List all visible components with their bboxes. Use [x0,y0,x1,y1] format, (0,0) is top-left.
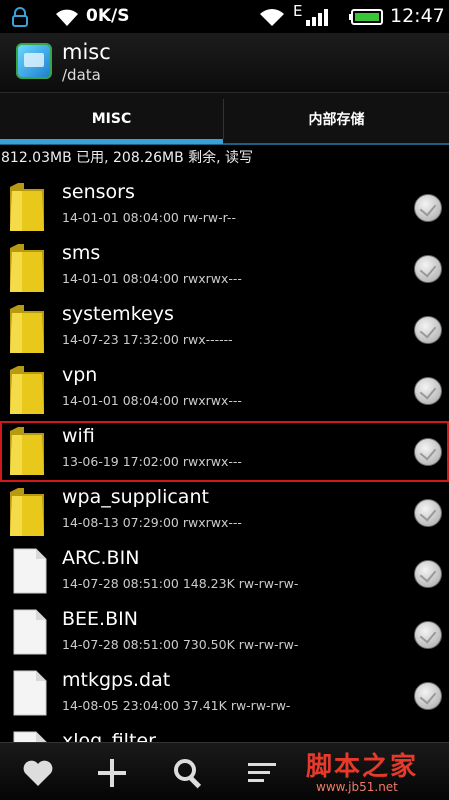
file-meta: 14-07-28 08:51:00 730.50K rw-rw-rw- [62,637,298,652]
file-name: ARC.BIN [62,547,140,569]
storage-info: 812.03MB 已用, 208.26MB 剩余, 读写 [1,150,254,166]
file-meta: 13-06-19 17:02:00 rwxrwx--- [62,454,242,469]
file-row-bee-bin[interactable]: BEE.BIN 14-07-28 08:51:00 730.50K rw-rw-r… [0,604,449,665]
file-permissions: rw-rw-r-- [182,210,236,225]
file-row-systemkeys[interactable]: systemkeys 14-07-23 17:32:00 rwx------ [0,299,449,360]
file-row-sms[interactable]: sms 14-01-01 08:04:00 rwxrwx--- [0,238,449,299]
select-checkbox[interactable] [414,560,442,588]
search-icon[interactable] [168,753,208,793]
file-name: vpn [62,364,98,386]
select-checkbox[interactable] [414,438,442,466]
file-name: sensors [62,181,135,203]
file-size: 730.50K [182,637,235,652]
current-path: /data [62,66,101,84]
file-row-vpn[interactable]: vpn 14-01-01 08:04:00 rwxrwx--- [0,360,449,421]
tab-misc[interactable]: MISC [0,93,223,145]
file-date: 14-01-01 08:04:00 [62,393,179,408]
select-checkbox[interactable] [414,194,442,222]
folder-icon [8,486,46,538]
folder-icon [8,425,46,477]
watermark-text: 脚本之家 [306,752,419,782]
file-row-xlog-filter[interactable]: xlog_filter [0,726,449,742]
select-checkbox[interactable] [414,316,442,344]
status-bar: 0K/S E 12:47 [0,0,449,33]
file-date: 14-08-05 23:04:00 [62,698,179,713]
file-name: mtkgps.dat [62,669,171,691]
wifi-icon [56,9,78,26]
select-checkbox[interactable] [414,621,442,649]
file-name: xlog_filter [62,730,156,742]
tab-bar: MISC 内部存储 [0,93,449,145]
file-icon [12,608,48,656]
file-size: 148.23K [182,576,235,591]
file-name: wifi [62,425,95,447]
select-checkbox[interactable] [414,255,442,283]
add-icon[interactable] [92,753,132,793]
select-checkbox[interactable] [414,377,442,405]
file-meta: 14-07-23 17:32:00 rwx------ [62,332,233,347]
select-checkbox[interactable] [414,499,442,527]
watermark: 脚本之家 www.jb51.net [306,742,449,800]
signal-icon [306,9,328,26]
file-list[interactable]: sensors 14-01-01 08:04:00 rw-rw-r-- sms 14-… [0,177,449,742]
folder-icon [8,242,46,294]
file-name: systemkeys [62,303,174,325]
file-permissions: rwxrwx--- [182,454,242,469]
clock: 12:47 [390,5,445,27]
tab-active-indicator [0,139,223,144]
file-name: wpa_supplicant [62,486,209,508]
file-permissions: rw-rw-rw- [238,637,299,652]
watermark-url: www.jb51.net [316,780,398,794]
file-row-wifi[interactable]: wifi 13-06-19 17:02:00 rwxrwx--- [0,421,449,482]
sort-icon[interactable] [242,753,282,793]
file-name: BEE.BIN [62,608,138,630]
battery-icon [349,9,383,25]
file-permissions: rwxrwx--- [182,515,242,530]
file-meta: 14-01-01 08:04:00 rwxrwx--- [62,271,242,286]
folder-icon [8,364,46,416]
file-name: sms [62,242,101,264]
tab-internal-storage[interactable]: 内部存储 [224,93,449,145]
file-size: 37.41K [182,698,227,713]
select-checkbox[interactable] [414,682,442,710]
file-meta: 14-08-13 07:29:00 rwxrwx--- [62,515,242,530]
file-row-wpa-supplicant[interactable]: wpa_supplicant 14-08-13 07:29:00 rwxrwx--… [0,482,449,543]
file-permissions: rwxrwx--- [182,271,242,286]
page-title: misc [62,40,111,64]
file-date: 14-07-28 08:51:00 [62,576,179,591]
file-date: 14-07-23 17:32:00 [62,332,179,347]
file-date: 13-06-19 17:02:00 [62,454,179,469]
title-bar: misc /data [0,33,449,93]
file-permissions: rw-rw-rw- [230,698,291,713]
network-type: E [293,2,303,20]
file-row-mtkgps-dat[interactable]: mtkgps.dat 14-08-05 23:04:00 37.41K rw-rw… [0,665,449,726]
file-icon [12,730,48,742]
file-meta: 14-07-28 08:51:00 148.23K rw-rw-rw- [62,576,298,591]
folder-icon [8,181,46,233]
file-meta: 14-08-05 23:04:00 37.41K rw-rw-rw- [62,698,290,713]
lock-icon [12,7,28,27]
network-speed: 0K/S [86,6,130,26]
file-meta: 14-01-01 08:04:00 rw-rw-r-- [62,210,236,225]
app-icon[interactable] [16,43,52,79]
file-permissions: rw-rw-rw- [238,576,299,591]
folder-icon [8,303,46,355]
file-date: 14-07-28 08:51:00 [62,637,179,652]
file-icon [12,669,48,717]
file-meta: 14-01-01 08:04:00 rwxrwx--- [62,393,242,408]
file-date: 14-01-01 08:04:00 [62,210,179,225]
heart-icon[interactable] [18,753,58,793]
file-row-arc-bin[interactable]: ARC.BIN 14-07-28 08:51:00 148.23K rw-rw-r… [0,543,449,604]
file-icon [12,547,48,595]
file-date: 14-01-01 08:04:00 [62,271,179,286]
file-permissions: rwxrwx--- [182,393,242,408]
file-row-sensors[interactable]: sensors 14-01-01 08:04:00 rw-rw-r-- [0,177,449,238]
file-permissions: rwx------ [182,332,233,347]
file-date: 14-08-13 07:29:00 [62,515,179,530]
wifi-icon [260,9,284,26]
